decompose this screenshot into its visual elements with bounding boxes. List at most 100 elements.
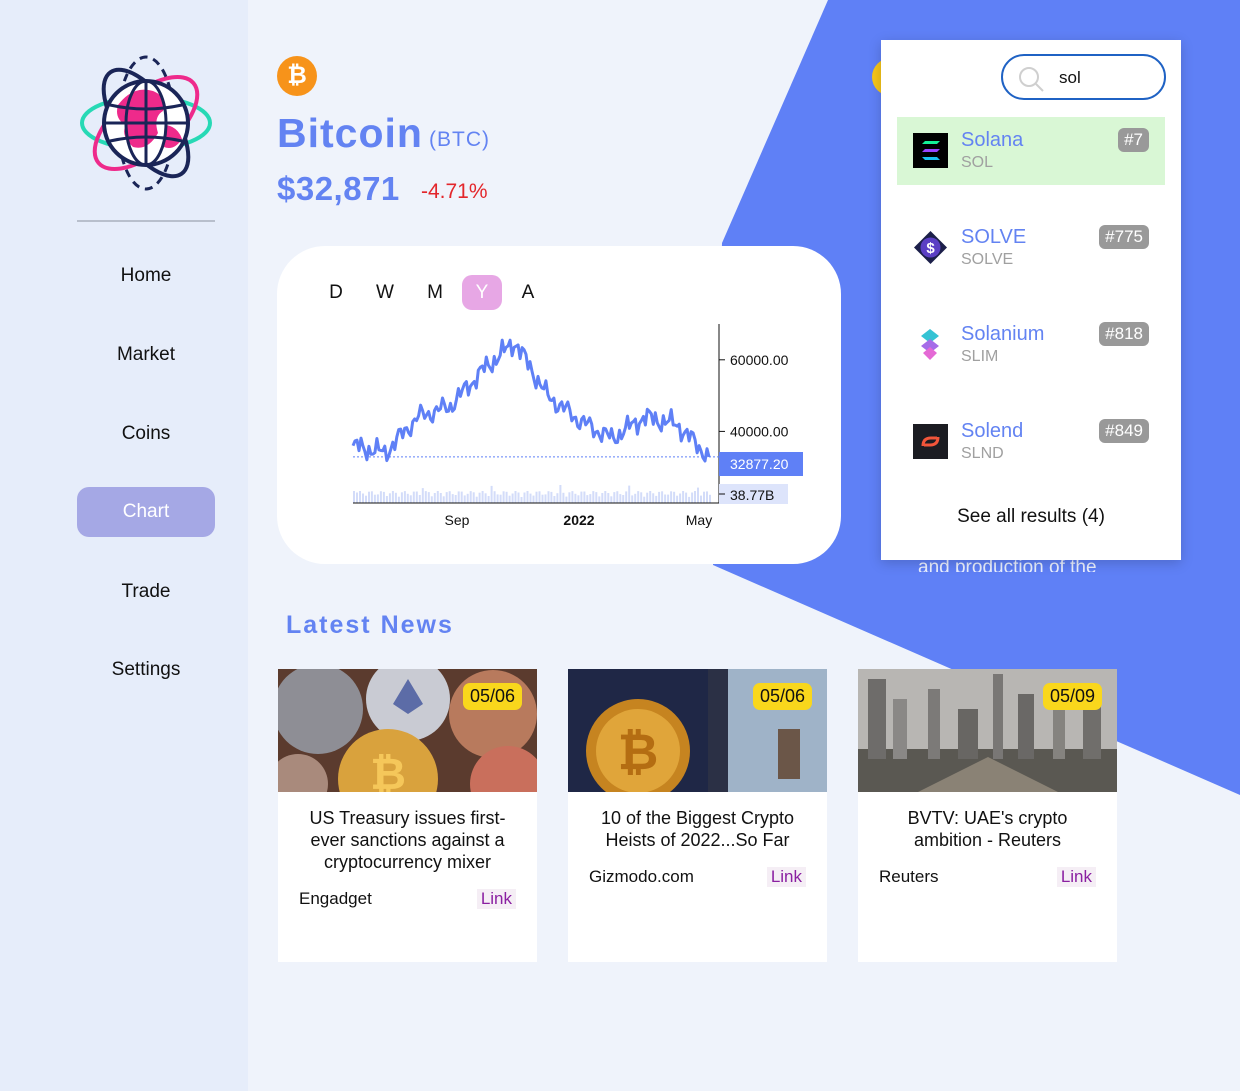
- y-tick-label: 60000.00: [730, 352, 789, 368]
- news-image: ₿ 05/06: [278, 669, 537, 792]
- nav-item-settings[interactable]: Settings: [77, 645, 215, 695]
- volume-bar: [368, 491, 370, 503]
- volume-bar: [353, 491, 355, 503]
- volume-bar: [457, 491, 460, 503]
- news-image: ₿ 05/06: [568, 669, 827, 792]
- news-title: US Treasury issues first-ever sanctions …: [309, 808, 506, 872]
- svg-text:$: $: [926, 240, 935, 257]
- volume-bar: [550, 491, 553, 503]
- nav-item-trade[interactable]: Trade: [77, 567, 215, 617]
- search-result-solend[interactable]: Solend SLND #849: [897, 408, 1165, 476]
- volume-bar: [490, 485, 493, 503]
- news-card[interactable]: ₿ 05/06 US Treasury issues first-ever sa…: [278, 669, 537, 962]
- volume-bar: [577, 495, 580, 503]
- volume-bar: [469, 491, 472, 503]
- volume-bar: [586, 495, 589, 503]
- volume-bar: [541, 494, 544, 503]
- volume-bar: [679, 493, 682, 503]
- y-tick-label: 40000.00: [730, 423, 789, 439]
- news-source: Engadget: [299, 889, 372, 908]
- volume-bar: [517, 492, 520, 503]
- volume-bar: [619, 494, 622, 503]
- result-symbol: SLND: [961, 445, 1004, 462]
- volume-bar: [640, 492, 643, 503]
- news-title: BVTV: UAE's crypto ambition - Reuters: [907, 808, 1068, 850]
- volume-bar: [427, 492, 430, 503]
- volume-bar: [356, 492, 358, 503]
- volume-bar: [613, 492, 616, 503]
- volume-bar: [646, 492, 649, 503]
- coin-price: $32,871: [277, 170, 400, 207]
- volume-bar: [607, 493, 610, 503]
- volume-bar: [448, 491, 451, 503]
- news-source: Gizmodo.com: [589, 867, 694, 886]
- volume-bar: [394, 492, 397, 503]
- volume-bar: [526, 491, 529, 503]
- volume-bar: [362, 493, 364, 503]
- nav-item-chart[interactable]: Chart: [77, 487, 215, 537]
- volume-bar: [475, 496, 478, 503]
- volume-bar: [604, 491, 607, 503]
- result-name: SOLVE: [961, 226, 1027, 248]
- news-card[interactable]: ₿ 05/06 10 of the Biggest Crypto Heists …: [568, 669, 827, 962]
- volume-bar: [631, 495, 634, 503]
- volume-bar: [625, 491, 628, 503]
- volume-bar: [451, 494, 454, 503]
- price-series-line: [351, 338, 711, 463]
- price-chart[interactable]: 40000.00 60000.00 Sep 2022 May 32877.20 38.…: [277, 246, 841, 564]
- volume-bar: [664, 494, 667, 503]
- search-result-solana[interactable]: Solana SOL #7: [897, 117, 1165, 185]
- volume-bar: [598, 496, 601, 503]
- nav-item-home[interactable]: Home: [77, 251, 215, 301]
- volume-bar: [412, 491, 415, 503]
- volume-bar: [673, 491, 676, 503]
- news-link[interactable]: Link: [476, 889, 516, 909]
- volume-bar: [592, 491, 595, 503]
- volume-bar: [580, 491, 583, 503]
- volume-bar: [688, 496, 691, 503]
- volume-bar: [514, 491, 517, 503]
- volume-bar: [694, 491, 696, 503]
- volume-bar: [547, 491, 550, 503]
- volume-bar: [601, 493, 604, 503]
- volume-bar: [655, 495, 658, 503]
- volume-bar: [421, 488, 424, 503]
- volume-bar: [391, 491, 394, 503]
- see-all-results-link[interactable]: See all results (4): [881, 506, 1181, 528]
- news-date-badge: 05/06: [462, 683, 522, 710]
- search-result-solanium[interactable]: Solanium SLIM #818: [897, 311, 1165, 379]
- volume-bar: [661, 491, 664, 503]
- news-link[interactable]: Link: [766, 867, 806, 887]
- volume-bar: [535, 491, 538, 503]
- volume-bar: [676, 495, 679, 503]
- volume-bar: [370, 491, 373, 503]
- volume-bar: [359, 491, 361, 503]
- volume-bar: [472, 492, 475, 503]
- result-name: Solanium: [961, 323, 1045, 345]
- search-input[interactable]: [1059, 66, 1154, 90]
- news-link[interactable]: Link: [1056, 867, 1096, 887]
- search-result-solve[interactable]: $ SOLVE SOLVE #775: [897, 214, 1165, 282]
- volume-bar: [418, 495, 421, 503]
- volume-bar: [403, 491, 406, 503]
- volume-bar: [436, 491, 439, 503]
- search-box[interactable]: [1001, 54, 1166, 100]
- news-card[interactable]: 05/09 BVTV: UAE's crypto ambition - Reut…: [858, 669, 1117, 962]
- volume-bar: [478, 492, 481, 503]
- volume-bar: [406, 493, 409, 503]
- volume-bar: [697, 487, 699, 503]
- logo-icon: [80, 55, 212, 191]
- volume-bar: [559, 485, 562, 503]
- nav-item-market[interactable]: Market: [77, 330, 215, 380]
- svg-text:₿: ₿: [370, 750, 406, 792]
- volume-bar: [379, 491, 382, 503]
- volume-bar: [565, 496, 568, 503]
- volume-bar: [382, 491, 385, 503]
- coin-name: Bitcoin: [277, 110, 423, 156]
- nav-item-coins[interactable]: Coins: [77, 409, 215, 459]
- solana-icon: [913, 133, 948, 168]
- volume-bar: [700, 495, 702, 503]
- volume-bar: [365, 495, 367, 503]
- search-dropdown: Solana SOL #7 $ SOLVE SOLVE #775 Solaniu…: [881, 40, 1181, 560]
- volume-bar: [610, 496, 613, 503]
